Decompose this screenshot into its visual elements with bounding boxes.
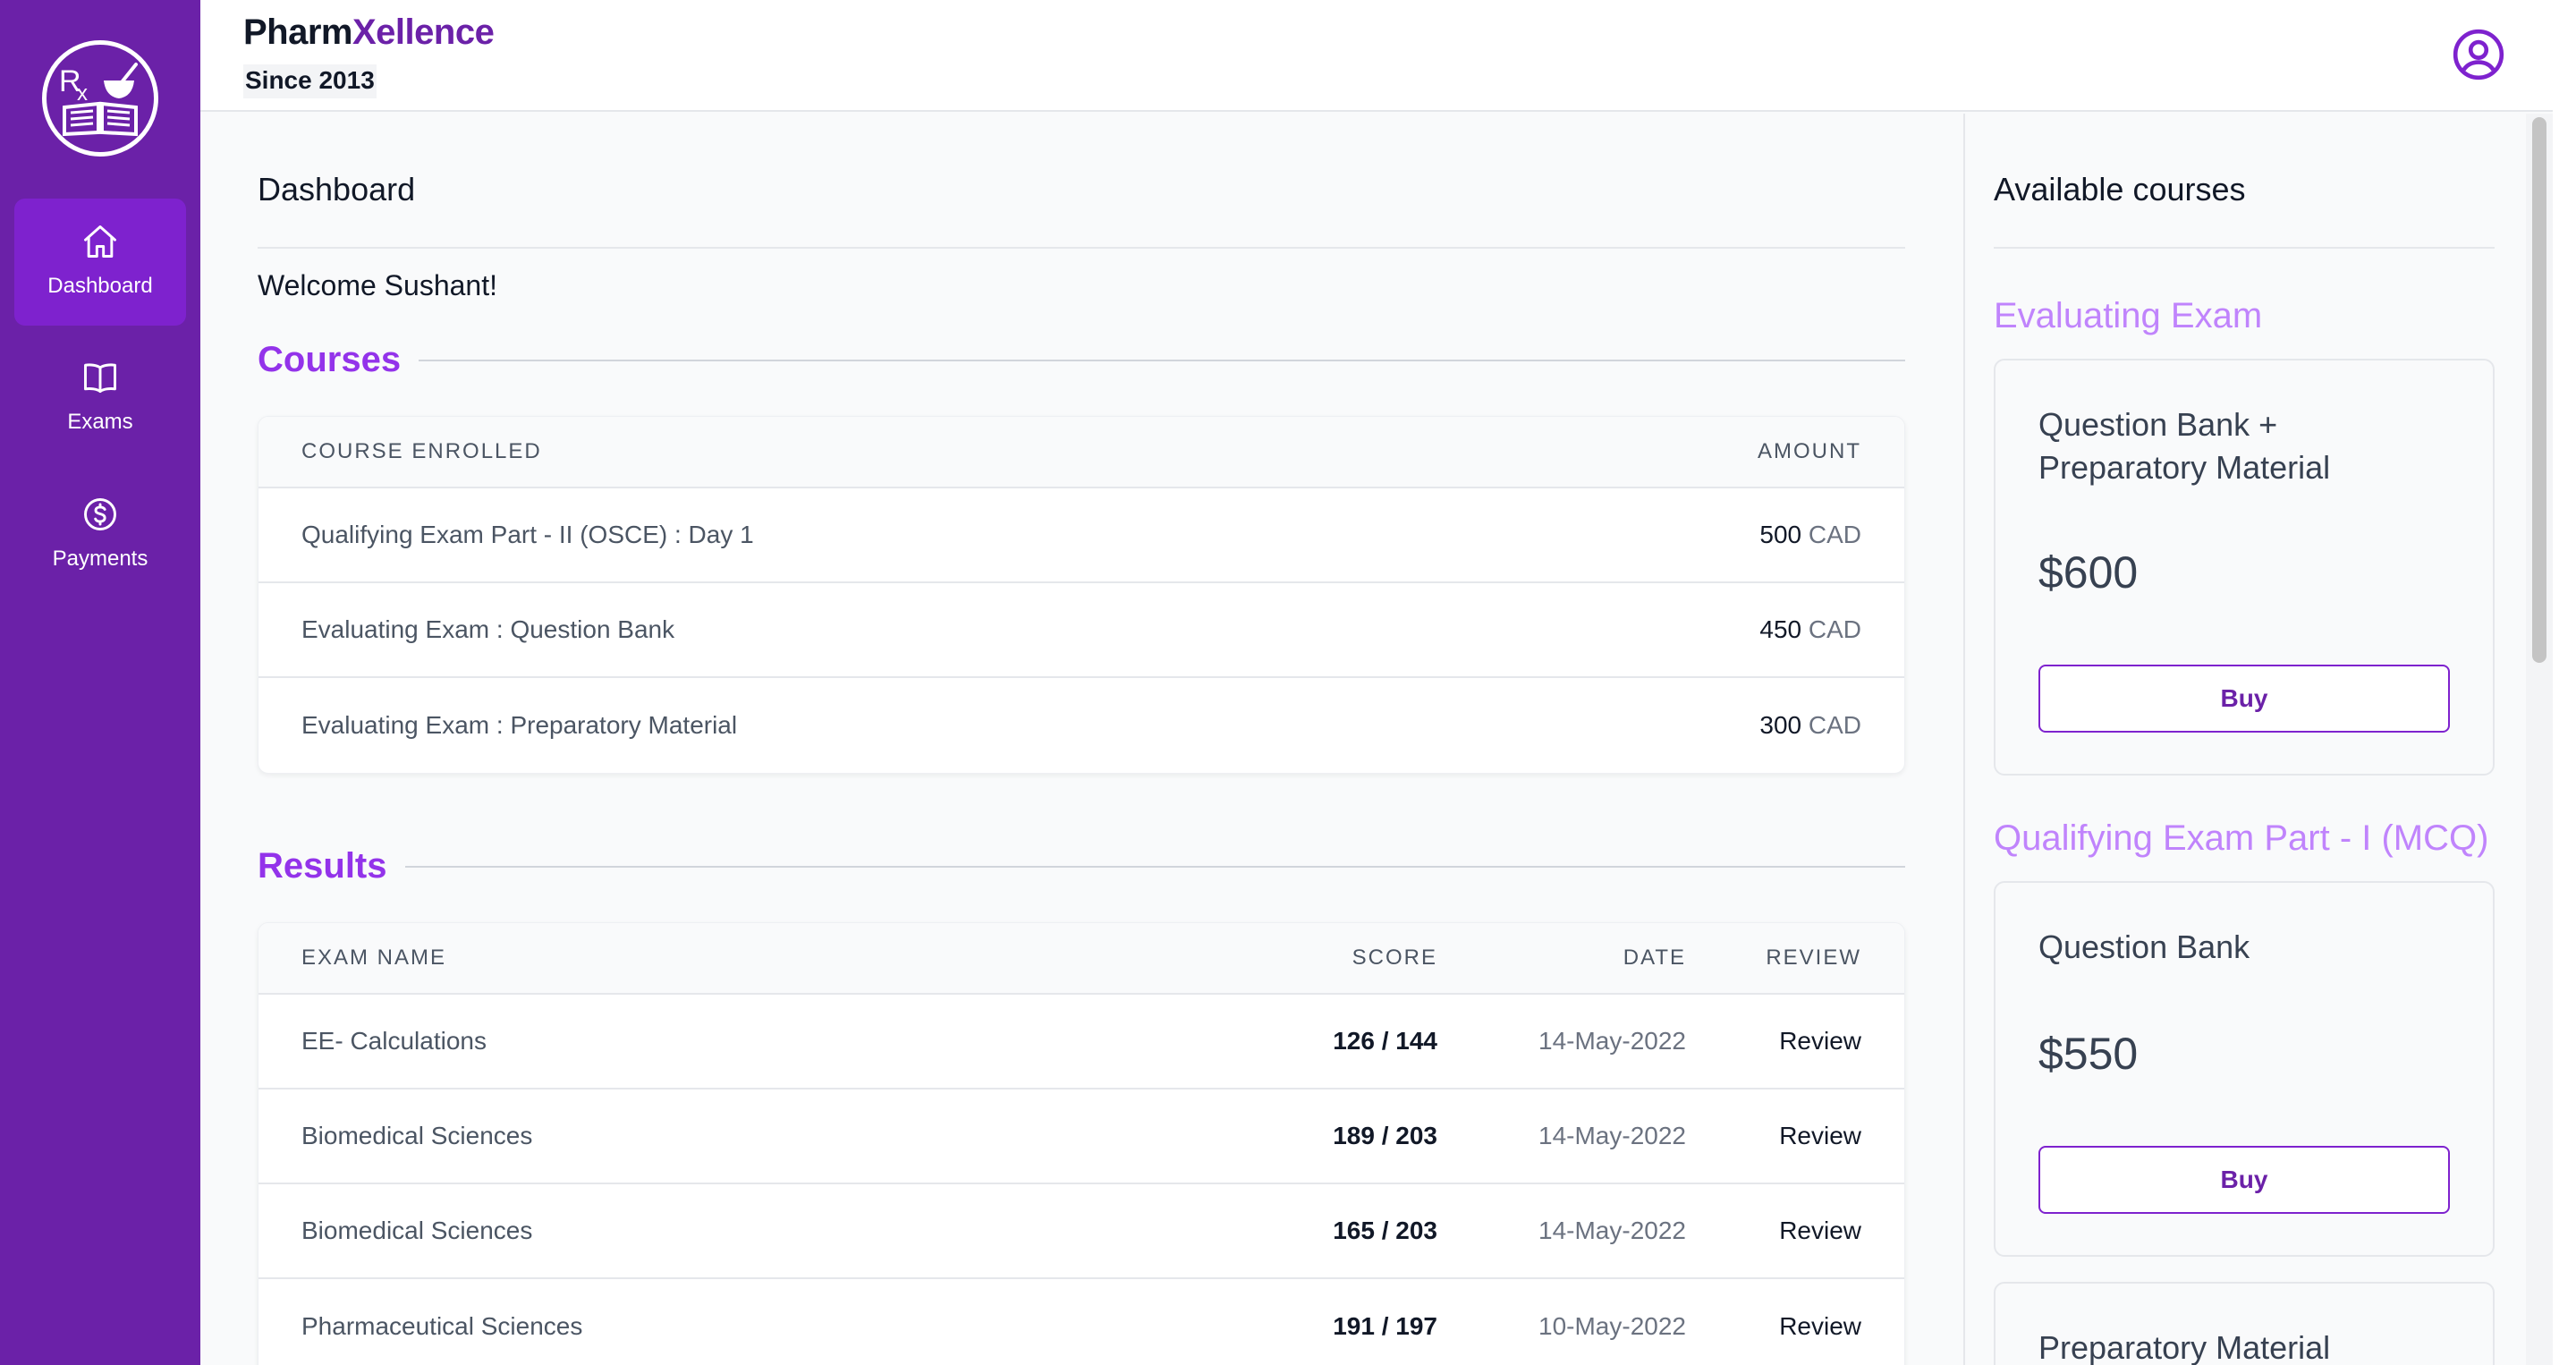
course-amount: 450 CAD	[1759, 615, 1861, 644]
divider	[258, 247, 1905, 249]
nav-item-label: Payments	[52, 547, 148, 571]
column-header-date: DATE	[1623, 945, 1686, 970]
dollar-icon	[84, 498, 116, 530]
column-header-review: REVIEW	[1766, 945, 1861, 970]
amount-value: 500	[1759, 521, 1802, 548]
buy-button[interactable]: Buy	[2038, 665, 2450, 733]
brand-part-1: Pharm	[243, 13, 353, 52]
exam-date: 14-May-2022	[1538, 1217, 1686, 1244]
courses-heading: Courses	[258, 340, 419, 380]
table-row: Pharmaceutical Sciences 191 / 197 10-May…	[258, 1279, 1904, 1365]
amount-currency: CAD	[1808, 521, 1861, 548]
section-divider	[258, 866, 1905, 868]
exam-score: 165 / 203	[1333, 1217, 1437, 1244]
column-header-amount: AMOUNT	[1758, 439, 1861, 463]
main-content: Dashboard Welcome Sushant! Courses COURS…	[200, 114, 1963, 1365]
results-heading: Results	[258, 846, 405, 886]
course-name: Question Bank	[2038, 928, 2250, 965]
exam-score: 126 / 144	[1333, 1027, 1437, 1055]
available-courses-panel: Available courses Evaluating Exam Questi…	[1963, 114, 2526, 1365]
brand-tagline: Since 2013	[243, 64, 377, 98]
exam-date: 14-May-2022	[1538, 1122, 1686, 1149]
column-header-score: SCORE	[1352, 945, 1437, 970]
table-row: Biomedical Sciences 165 / 203 14-May-202…	[258, 1184, 1904, 1279]
brand-name[interactable]: PharmXellence	[243, 13, 495, 53]
nav-item-label: Exams	[67, 410, 133, 434]
book-icon	[84, 363, 116, 394]
buy-button[interactable]: Buy	[2038, 1146, 2450, 1214]
scrollbar-thumb[interactable]	[2532, 117, 2546, 663]
course-price: $550	[2038, 1029, 2139, 1079]
course-name: Evaluating Exam : Question Bank	[301, 615, 675, 643]
nav-item-payments[interactable]: Payments	[14, 471, 186, 598]
exam-date: 14-May-2022	[1538, 1027, 1686, 1055]
sidebar: R x Dashboard Exams Payments	[0, 0, 200, 1365]
scrollbar[interactable]	[2526, 114, 2553, 1365]
window-edge	[2553, 0, 2576, 1365]
exam-name: Biomedical Sciences	[301, 1122, 533, 1149]
table-header: COURSE ENROLLED AMOUNT	[258, 417, 1904, 488]
exam-name: Biomedical Sciences	[301, 1217, 533, 1244]
available-courses-title: Available courses	[1994, 171, 2246, 208]
course-price: $600	[2038, 547, 2139, 598]
column-header-exam: EXAM NAME	[301, 945, 447, 970]
course-card: Question Bank $550 Buy	[1994, 881, 2495, 1257]
review-link[interactable]: Review	[1686, 1027, 1861, 1056]
table-row: EE- Calculations 126 / 144 14-May-2022 R…	[258, 995, 1904, 1089]
welcome-message: Welcome Sushant!	[258, 269, 497, 301]
user-profile-icon[interactable]	[2451, 27, 2506, 82]
table-row: Evaluating Exam : Preparatory Material 3…	[258, 678, 1904, 773]
column-header-course: COURSE ENROLLED	[301, 439, 542, 463]
course-amount: 300 CAD	[1759, 711, 1861, 740]
category-title: Qualifying Exam Part - I (MCQ)	[1994, 818, 2489, 858]
course-amount: 500 CAD	[1759, 521, 1861, 549]
courses-table: COURSE ENROLLED AMOUNT Qualifying Exam P…	[258, 416, 1905, 774]
course-card: Preparatory Material	[1994, 1282, 2495, 1365]
exam-name: EE- Calculations	[301, 1027, 487, 1055]
course-card: Question Bank + Preparatory Material $60…	[1994, 359, 2495, 776]
amount-value: 300	[1759, 711, 1802, 739]
table-row: Biomedical Sciences 189 / 203 14-May-202…	[258, 1089, 1904, 1184]
review-link[interactable]: Review	[1686, 1217, 1861, 1245]
amount-value: 450	[1759, 615, 1802, 643]
course-name: Question Bank + Preparatory Material	[2038, 406, 2331, 486]
table-header: EXAM NAME SCORE DATE REVIEW	[258, 923, 1904, 995]
top-header: PharmXellence Since 2013	[200, 0, 2553, 112]
nav-item-dashboard[interactable]: Dashboard	[14, 199, 186, 326]
section-divider	[258, 360, 1905, 361]
category-title: Evaluating Exam	[1994, 296, 2263, 335]
review-link[interactable]: Review	[1686, 1122, 1861, 1150]
rx-logo[interactable]: R x	[42, 40, 158, 157]
home-icon	[84, 225, 116, 258]
exam-date: 10-May-2022	[1538, 1312, 1686, 1340]
amount-currency: CAD	[1808, 711, 1861, 739]
nav-item-label: Dashboard	[47, 274, 153, 298]
table-row: Qualifying Exam Part - II (OSCE) : Day 1…	[258, 488, 1904, 583]
divider	[1994, 247, 2495, 249]
review-link[interactable]: Review	[1686, 1312, 1861, 1341]
course-name: Qualifying Exam Part - II (OSCE) : Day 1	[301, 521, 754, 548]
exam-name: Pharmaceutical Sciences	[301, 1312, 583, 1340]
nav-item-exams[interactable]: Exams	[14, 335, 186, 462]
exam-score: 191 / 197	[1333, 1312, 1437, 1340]
table-row: Evaluating Exam : Question Bank 450 CAD	[258, 583, 1904, 678]
amount-currency: CAD	[1808, 615, 1861, 643]
brand-part-2: Xellence	[352, 13, 495, 52]
page-title: Dashboard	[258, 171, 416, 208]
course-name: Evaluating Exam : Preparatory Material	[301, 711, 738, 739]
exam-score: 189 / 203	[1333, 1122, 1437, 1149]
results-table: EXAM NAME SCORE DATE REVIEW EE- Calculat…	[258, 922, 1905, 1365]
svg-text:x: x	[77, 81, 88, 106]
course-name: Preparatory Material	[2038, 1329, 2331, 1365]
